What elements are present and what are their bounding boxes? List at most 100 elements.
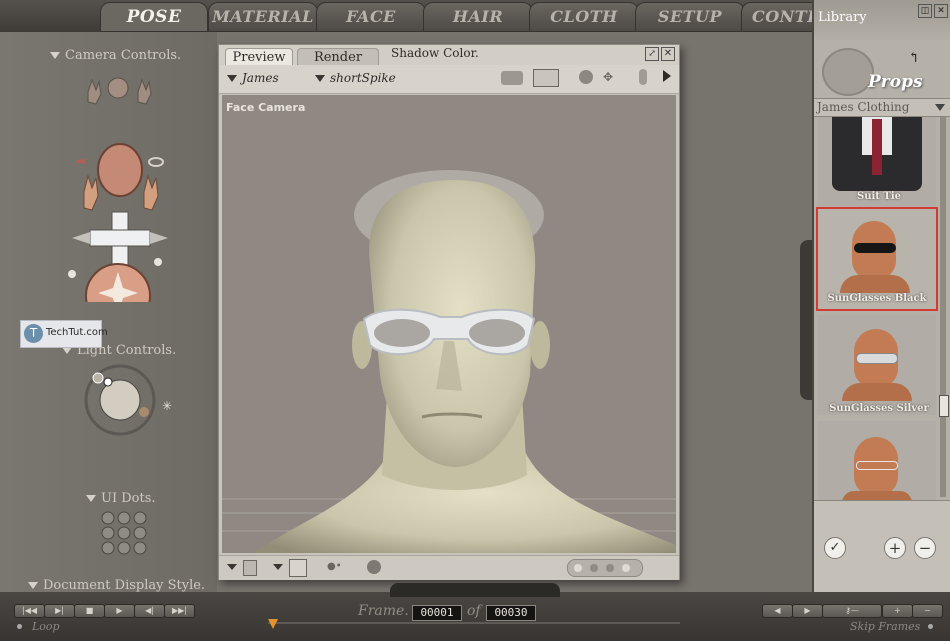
timeline-drawer-handle[interactable] <box>390 583 560 597</box>
tab-face[interactable]: FACE <box>316 2 426 32</box>
total-frames-field[interactable]: 00030 <box>486 605 536 621</box>
tab-bar: POSE MATERIAL FACE HAIR CLOTH SETUP CONT… <box>0 0 823 32</box>
small-head-icon <box>107 77 129 99</box>
tab-content[interactable]: CONTE <box>741 2 823 32</box>
library-item[interactable]: Suit Tie <box>818 117 936 215</box>
camera-controls-widget[interactable] <box>60 72 180 302</box>
figure-render <box>222 170 676 553</box>
camera-icon[interactable] <box>501 71 523 85</box>
disclosure-triangle-icon <box>50 52 60 59</box>
prev-key-icon[interactable]: ▶| <box>44 604 75 618</box>
ui-dots-grid[interactable] <box>100 510 152 556</box>
figure-menu[interactable]: James <box>227 71 279 85</box>
arrow-right-icon[interactable] <box>663 70 671 82</box>
step-back-icon[interactable]: ◀| <box>134 604 165 618</box>
right-hand-icon <box>143 174 159 211</box>
resize-icon[interactable]: ⤢ <box>645 47 659 61</box>
window-titlebar: Preview Render Shadow Color. ⤢ ✕ <box>219 45 679 66</box>
loop-toggle-icon[interactable] <box>17 624 22 629</box>
tab-render[interactable]: Render <box>297 48 379 66</box>
prev-keyframe-icon[interactable]: ◀ <box>762 604 793 618</box>
shadow-color-label[interactable]: Shadow Color. <box>391 46 479 60</box>
last-frame-icon[interactable]: ▶▶| <box>164 604 195 618</box>
apply-check-icon[interactable]: ✓ <box>824 537 846 559</box>
camera-controls-header[interactable]: Camera Controls. <box>50 48 181 63</box>
disclosure-triangle-icon <box>62 347 72 354</box>
dot-icon[interactable] <box>622 564 630 572</box>
logo-icon: T <box>24 324 43 343</box>
document-window: Preview Render Shadow Color. ⤢ ✕ James s… <box>218 44 680 580</box>
document-display-style-header[interactable]: Document Display Style. <box>28 578 205 593</box>
3d-viewport[interactable]: Face Camera <box>222 95 676 553</box>
display-dots[interactable] <box>567 559 643 577</box>
scrollbar-thumb[interactable] <box>939 395 949 417</box>
timeline-scrubber-icon[interactable] <box>268 619 278 629</box>
controls-panel: Camera Controls. Light Controls. ✳ UI Do… <box>0 32 217 593</box>
left-hand-icon <box>83 174 99 211</box>
close-icon[interactable]: ✕ <box>661 47 675 61</box>
sun-icon: ✳ <box>162 399 172 413</box>
figure-icon[interactable] <box>639 69 647 85</box>
target-icon[interactable] <box>579 70 593 84</box>
window-menubar: James shortSpike ✥ <box>219 65 679 94</box>
library-item-selected[interactable]: SunGlasses Black <box>816 207 938 311</box>
frame-label: Frame. <box>358 603 409 619</box>
menu-triangle-icon[interactable] <box>227 564 237 570</box>
disclosure-triangle-icon <box>28 582 38 589</box>
library-scrollbar[interactable] <box>939 117 949 497</box>
sphere-icon[interactable] <box>367 560 381 574</box>
keyframe-key-icon[interactable]: ⚷— <box>822 604 882 618</box>
loop-label: Loop <box>32 620 60 633</box>
remove-icon[interactable]: − <box>914 537 936 559</box>
library-footer: ✓ + − <box>814 500 950 593</box>
dot-icon[interactable] <box>574 564 582 572</box>
menu-triangle-icon <box>227 75 237 82</box>
library-options-icon[interactable]: ◫ <box>918 4 932 18</box>
timeline-track[interactable] <box>268 622 680 624</box>
techtut-watermark: T TechTut.com <box>20 320 108 348</box>
tab-material[interactable]: MATERIAL <box>208 2 318 32</box>
category-title: Props <box>868 72 923 92</box>
skip-frames-toggle-icon[interactable] <box>928 624 933 629</box>
dots-icon[interactable]: ●• <box>327 561 345 573</box>
viewport-layout-icon[interactable] <box>533 69 559 87</box>
disclosure-triangle-icon <box>86 495 96 502</box>
skip-frames-label: Skip Frames <box>850 620 921 633</box>
menu-triangle-icon[interactable] <box>273 564 283 570</box>
dot-icon[interactable] <box>606 564 614 572</box>
add-icon[interactable]: + <box>884 537 906 559</box>
play-icon[interactable]: ▶ <box>104 604 135 618</box>
tab-cloth[interactable]: CLOTH <box>529 2 639 32</box>
library-header: Library ◫ ✕ <box>814 0 950 40</box>
return-arrow-icon[interactable]: ↰ <box>908 50 920 66</box>
subcategory-menu[interactable]: James Clothing <box>814 98 950 117</box>
document-icon[interactable] <box>243 560 257 576</box>
chevron-down-icon <box>935 104 945 111</box>
current-frame-field[interactable]: 00001 <box>412 605 462 621</box>
library-items-list: Suit Tie SunGlasses Black SunGlasses Sil… <box>814 117 938 537</box>
library-panel: Library ◫ ✕ ↰ Props James Clothing Suit … <box>812 0 950 593</box>
tab-preview[interactable]: Preview <box>225 48 293 66</box>
light-controls-widget[interactable]: ✳ <box>84 364 180 438</box>
tab-setup[interactable]: SETUP <box>635 2 745 32</box>
next-keyframe-icon[interactable]: ▶ <box>792 604 823 618</box>
close-icon[interactable]: ✕ <box>934 4 948 18</box>
ui-dots-header[interactable]: UI Dots. <box>86 491 156 506</box>
library-drawer-handle[interactable] <box>800 240 812 400</box>
element-menu[interactable]: shortSpike <box>315 71 396 85</box>
library-item[interactable]: SunGlasses Silver <box>818 315 936 415</box>
tab-hair[interactable]: HAIR <box>423 2 533 32</box>
of-label: of <box>467 603 481 619</box>
props-category-icon[interactable] <box>822 48 874 96</box>
window-bottom-bar: ●• <box>219 555 679 580</box>
move-icon[interactable]: ✥ <box>603 71 627 83</box>
dot-icon[interactable] <box>590 564 598 572</box>
head-rotate-icon <box>97 143 143 197</box>
tab-pose[interactable]: POSE <box>100 2 208 32</box>
stop-icon[interactable]: ■ <box>74 604 105 618</box>
first-frame-icon[interactable]: |◀◀ <box>14 604 45 618</box>
menu-triangle-icon <box>315 75 325 82</box>
remove-keyframe-icon[interactable]: − <box>912 604 943 618</box>
cube-icon[interactable] <box>289 559 307 577</box>
add-keyframe-icon[interactable]: + <box>882 604 913 618</box>
